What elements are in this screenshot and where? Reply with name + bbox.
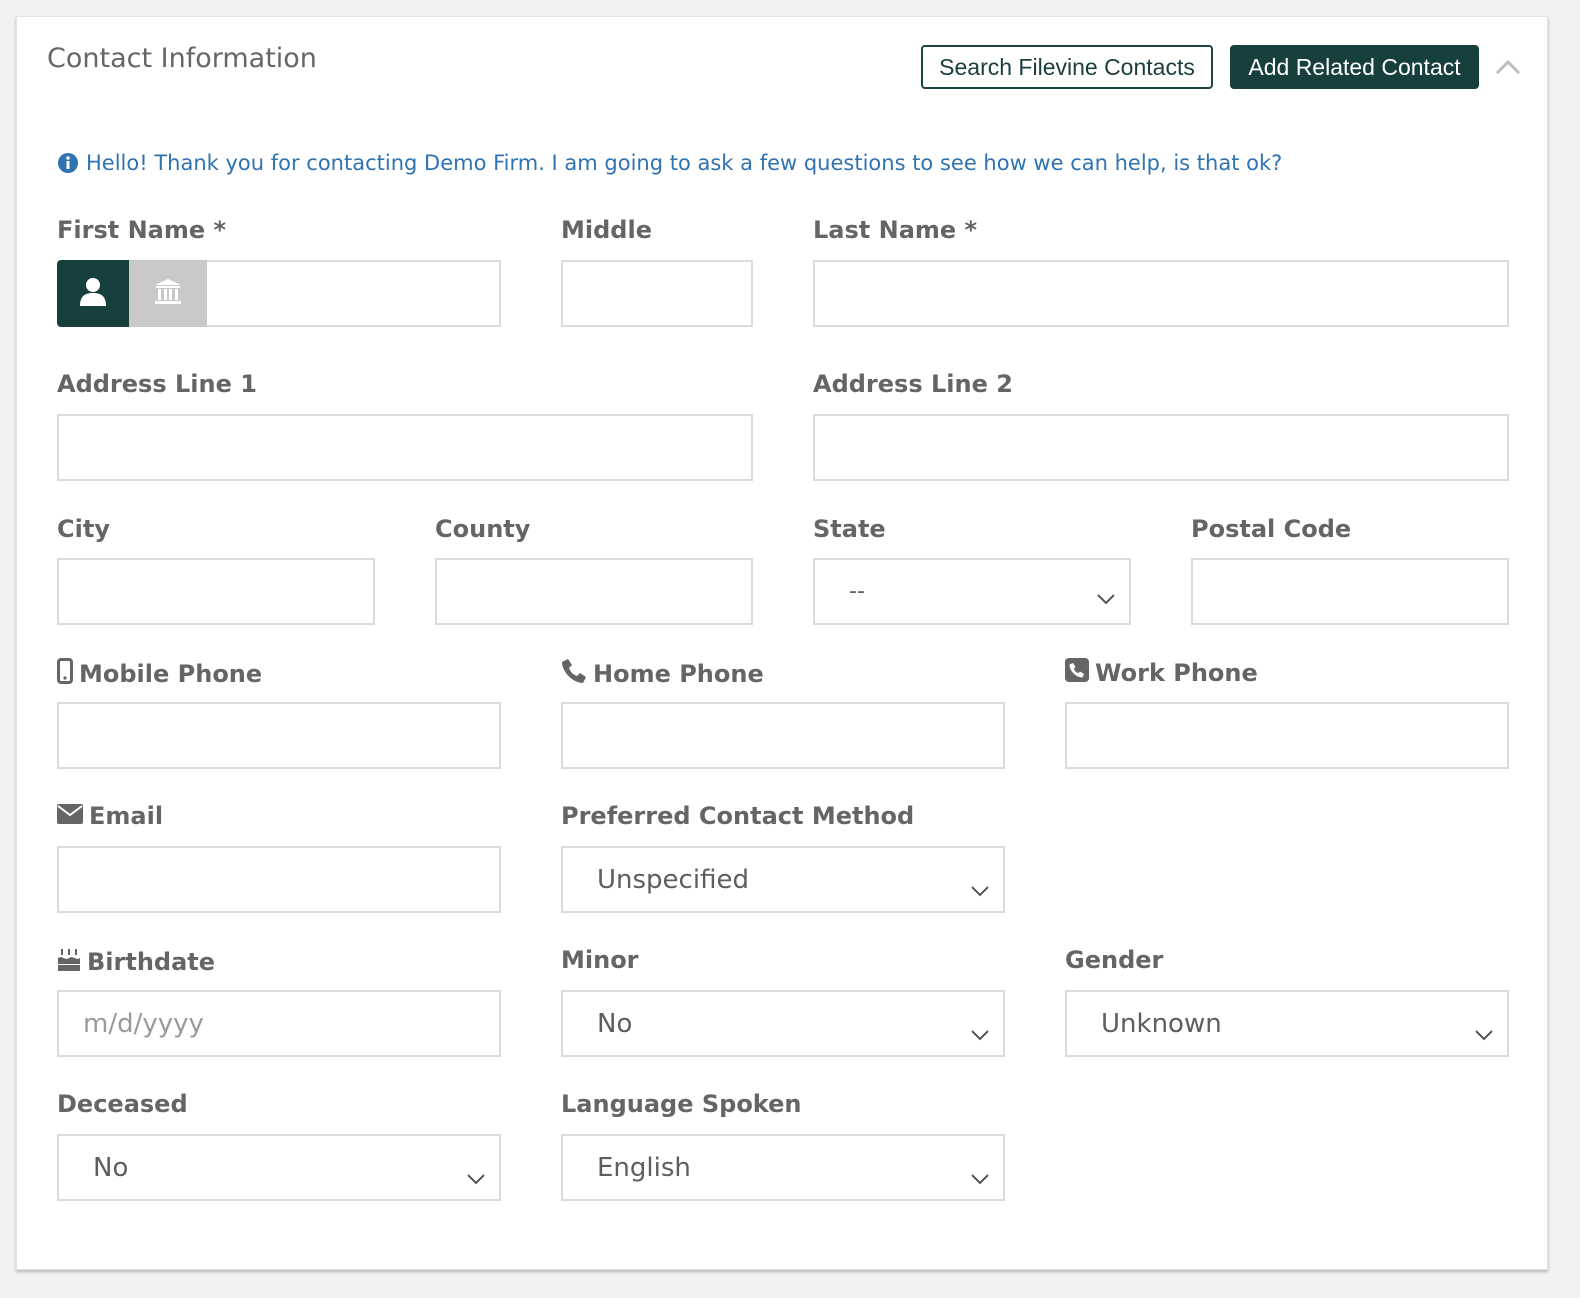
- phone-square-icon: [1065, 658, 1089, 688]
- work-phone-label: Work Phone: [1065, 658, 1258, 688]
- search-filevine-contacts-button[interactable]: Search Filevine Contacts: [921, 45, 1213, 89]
- user-icon: [80, 277, 106, 311]
- home-phone-label: Home Phone: [561, 658, 764, 690]
- info-circle-icon: [57, 152, 79, 174]
- birthdate-label: Birthdate: [57, 946, 215, 978]
- last-name-label: Last Name *: [813, 216, 978, 244]
- deceased-label: Deceased: [57, 1090, 188, 1118]
- organization-type-toggle[interactable]: [129, 260, 207, 327]
- preferred-contact-method-select[interactable]: Unspecified: [561, 846, 1005, 913]
- chevron-down-icon: [1475, 1018, 1493, 1041]
- gender-select-value: Unknown: [1101, 1008, 1222, 1039]
- chevron-down-icon: [971, 1162, 989, 1185]
- deceased-select-value: No: [93, 1152, 129, 1183]
- language-spoken-label: Language Spoken: [561, 1090, 802, 1118]
- state-select-value: --: [849, 579, 865, 604]
- chevron-down-icon: [1097, 586, 1115, 605]
- gender-label: Gender: [1065, 946, 1164, 974]
- chevron-down-icon: [971, 874, 989, 897]
- state-select[interactable]: --: [813, 558, 1131, 625]
- envelope-icon: [57, 802, 83, 830]
- birthdate-input[interactable]: [57, 990, 501, 1057]
- postal-code-input[interactable]: [1191, 558, 1509, 625]
- info-message: Hello! Thank you for contacting Demo Fir…: [57, 151, 1282, 175]
- postal-code-label: Postal Code: [1191, 515, 1352, 543]
- mobile-phone-icon: [57, 658, 73, 690]
- first-name-label: First Name *: [57, 216, 227, 244]
- home-phone-input[interactable]: [561, 702, 1005, 769]
- deceased-select[interactable]: No: [57, 1134, 501, 1201]
- phone-icon: [561, 658, 587, 690]
- add-related-contact-button[interactable]: Add Related Contact: [1230, 45, 1479, 89]
- email-input[interactable]: [57, 846, 501, 913]
- birthday-cake-icon: [57, 946, 81, 978]
- address-line-1-input[interactable]: [57, 414, 753, 481]
- first-name-input[interactable]: [207, 260, 501, 327]
- language-spoken-select[interactable]: English: [561, 1134, 1005, 1201]
- mobile-phone-label: Mobile Phone: [57, 658, 262, 690]
- contact-information-card: Contact Information Search Filevine Cont…: [16, 16, 1548, 1270]
- email-label: Email: [57, 802, 163, 830]
- county-input[interactable]: [435, 558, 753, 625]
- card-title: Contact Information: [47, 43, 317, 74]
- city-input[interactable]: [57, 558, 375, 625]
- gender-select[interactable]: Unknown: [1065, 990, 1509, 1057]
- mobile-phone-input[interactable]: [57, 702, 501, 769]
- minor-select[interactable]: No: [561, 990, 1005, 1057]
- chevron-down-icon: [971, 1018, 989, 1041]
- preferred-contact-method-value: Unspecified: [597, 864, 749, 895]
- person-type-toggle[interactable]: [57, 260, 129, 327]
- language-spoken-value: English: [597, 1152, 691, 1183]
- middle-name-input[interactable]: [561, 260, 753, 327]
- chevron-up-icon[interactable]: [1495, 57, 1521, 79]
- last-name-input[interactable]: [813, 260, 1509, 327]
- address-line-2-input[interactable]: [813, 414, 1509, 481]
- state-label: State: [813, 515, 886, 543]
- minor-select-value: No: [597, 1008, 633, 1039]
- work-phone-input[interactable]: [1065, 702, 1509, 769]
- info-message-text: Hello! Thank you for contacting Demo Fir…: [86, 151, 1283, 175]
- middle-name-label: Middle: [561, 216, 652, 244]
- chevron-down-icon: [467, 1162, 485, 1185]
- county-label: County: [435, 515, 531, 543]
- minor-label: Minor: [561, 946, 639, 974]
- preferred-contact-method-label: Preferred Contact Method: [561, 802, 915, 830]
- address-line-1-label: Address Line 1: [57, 370, 257, 398]
- address-line-2-label: Address Line 2: [813, 370, 1013, 398]
- institution-icon: [154, 278, 182, 310]
- city-label: City: [57, 515, 110, 543]
